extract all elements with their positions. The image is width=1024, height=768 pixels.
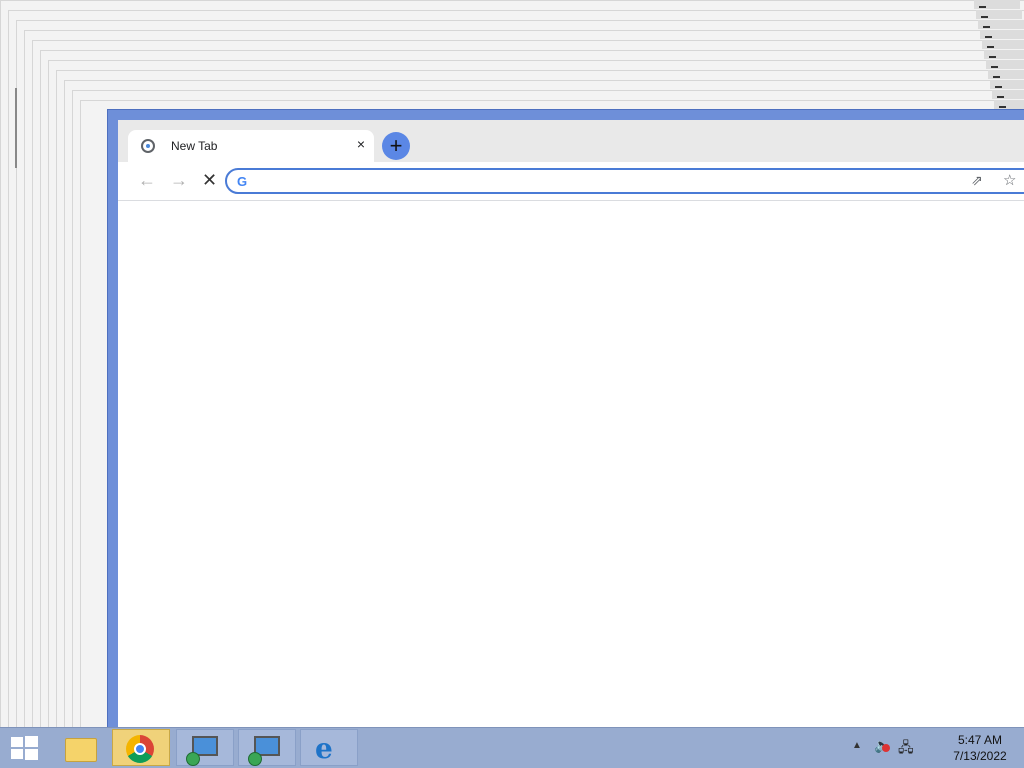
omnibox[interactable]: G ⇗ ☆ [225, 168, 1024, 194]
taskbar-internet-explorer[interactable]: e [300, 729, 358, 766]
chrome-icon [126, 735, 154, 763]
taskbar-file-explorer[interactable] [51, 729, 109, 766]
chrome-window: New Tab × + ← → ✕ G ⇗ ☆ [107, 109, 1024, 751]
ghost-minimize-icon [981, 16, 988, 18]
stop-loading-icon[interactable]: ✕ [202, 170, 217, 191]
google-icon: G [237, 174, 248, 189]
remote-desktop-icon [248, 736, 280, 766]
taskbar-remote-desktop-2[interactable] [238, 729, 296, 766]
tab-title: New Tab [171, 139, 218, 153]
ghost-minimize-icon [997, 96, 1004, 98]
ghost-minimize-icon [993, 76, 1000, 78]
taskbar: e ▲ 🔈 🖧 5:47 AM 7/13/2022 [0, 727, 1024, 768]
windows-logo-icon [11, 737, 23, 747]
start-button[interactable] [0, 728, 48, 768]
loading-favicon-icon [141, 139, 155, 153]
tab-new-tab[interactable]: New Tab × [128, 130, 374, 162]
tab-strip: New Tab × + [118, 120, 1024, 162]
network-icon[interactable]: 🖧 [898, 737, 914, 761]
windows-logo-icon [25, 749, 38, 760]
ghost-minimize-icon [991, 66, 998, 68]
ghost-minimize-icon [999, 106, 1006, 108]
ghost-minimize-icon [995, 86, 1002, 88]
taskbar-chrome[interactable] [112, 729, 170, 766]
remote-desktop-icon [186, 736, 218, 766]
internet-explorer-icon: e [315, 732, 333, 765]
mute-badge-icon [882, 744, 890, 752]
forward-icon[interactable]: → [170, 170, 188, 191]
ghost-minimize-icon [979, 6, 986, 8]
ghost-minimize-icon [985, 36, 992, 38]
back-icon[interactable]: ← [138, 170, 156, 191]
clock-date: 7/13/2022 [953, 749, 1007, 763]
taskbar-remote-desktop-1[interactable] [176, 729, 234, 766]
show-hidden-icons-icon[interactable]: ▲ [852, 740, 862, 751]
system-clock[interactable]: 5:47 AM 7/13/2022 [940, 732, 1020, 764]
bookmark-star-icon[interactable]: ☆ [1003, 171, 1016, 189]
chrome-window-content: New Tab × + ← → ✕ G ⇗ ☆ [118, 120, 1024, 750]
file-explorer-icon [65, 738, 97, 762]
clock-time: 5:47 AM [957, 733, 1003, 747]
tab-close-icon[interactable]: × [357, 136, 365, 152]
address-bar-input[interactable] [257, 172, 861, 192]
ghost-minimize-icon [983, 26, 990, 28]
new-tab-button[interactable]: + [382, 132, 410, 160]
share-icon[interactable]: ⇗ [971, 172, 983, 189]
browser-toolbar: ← → ✕ G ⇗ ☆ [118, 162, 1024, 201]
ghost-minimize-icon [987, 46, 994, 48]
ghost-minimize-icon [989, 56, 996, 58]
windows-logo-icon [25, 736, 38, 747]
page-content [118, 201, 1024, 750]
windows-logo-icon [11, 749, 23, 759]
window-edge-marker [15, 88, 17, 168]
